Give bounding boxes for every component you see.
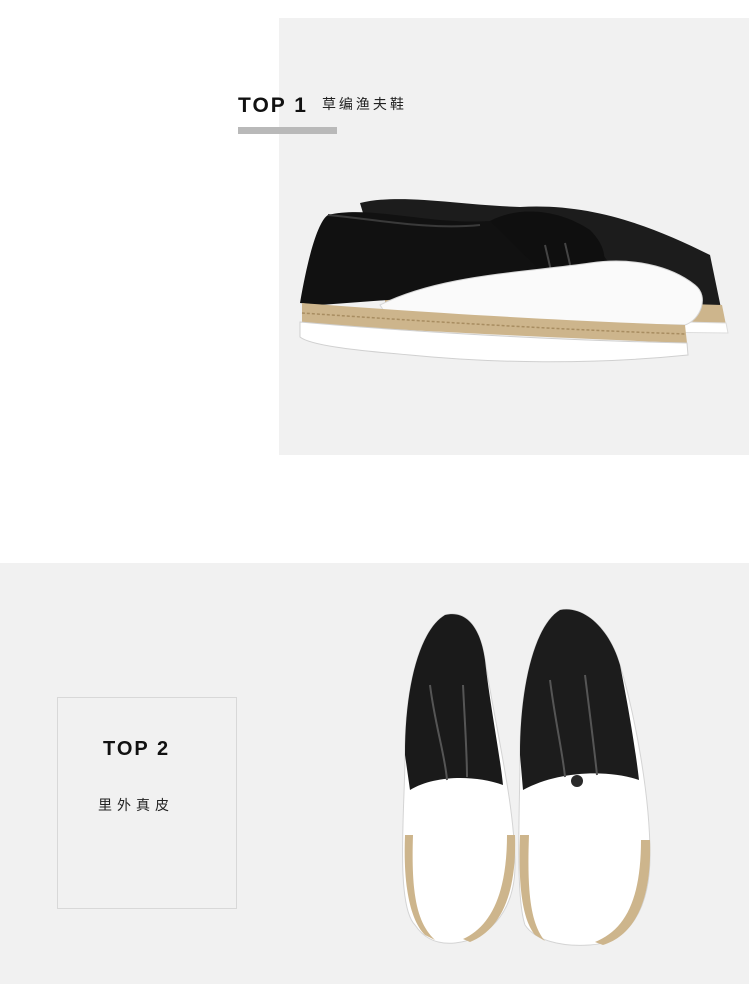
top2-feature-text: 里外真皮	[98, 797, 174, 813]
top1-heading: TOP 1 草编渔夫鞋	[238, 94, 407, 118]
top1-feature-text: 草编渔夫鞋	[321, 96, 407, 112]
top1-rank-label: TOP 1	[238, 94, 308, 117]
shoe-side-view-image	[299, 199, 729, 363]
shoe-top-view-image	[402, 608, 651, 946]
top1-accent-bar	[238, 127, 337, 134]
top2-rank-label: TOP 2	[103, 738, 171, 760]
